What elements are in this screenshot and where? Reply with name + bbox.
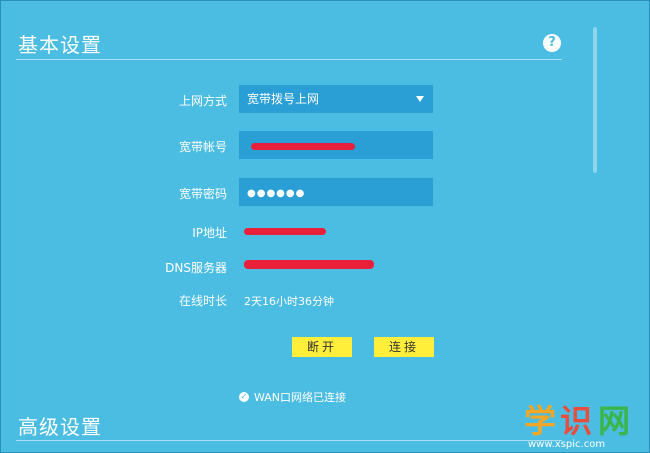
dns-label: DNS服务器: [165, 261, 227, 275]
router-panel: [0, 0, 650, 453]
connect-button[interactable]: 连接: [374, 337, 434, 357]
wan-status-text: WAN口网络已连接: [254, 391, 347, 404]
account-input[interactable]: [239, 131, 433, 159]
check-circle-icon: ✓: [239, 392, 249, 402]
watermark-char-3: 网: [598, 402, 630, 440]
help-icon[interactable]: ?: [543, 34, 561, 52]
watermark-logo: 学 识 网 www.xspic.com: [524, 402, 630, 450]
scrollbar[interactable]: [593, 27, 597, 173]
ip-redaction: [244, 228, 326, 235]
password-value: ●●●●●●: [247, 188, 306, 199]
basic-settings-divider: [16, 59, 562, 60]
watermark-char-1: 学: [524, 402, 556, 440]
watermark-url: www.xspic.com: [528, 439, 605, 450]
dns-redaction: [244, 260, 374, 269]
connection-type-value: 宽带拨号上网: [247, 92, 320, 106]
uptime-value: 2天16小时36分钟: [244, 295, 334, 308]
advanced-settings-divider: [16, 440, 562, 441]
password-input[interactable]: ●●●●●●: [239, 178, 433, 206]
uptime-label: 在线时长: [178, 294, 227, 308]
advanced-settings-title: 高级设置: [18, 415, 102, 439]
account-redaction: [251, 143, 355, 150]
watermark-char-2: 识: [560, 402, 592, 440]
password-label: 宽带密码: [178, 187, 227, 201]
basic-settings-title: 基本设置: [18, 33, 102, 57]
account-label: 宽带帐号: [178, 140, 227, 154]
disconnect-button[interactable]: 断开: [292, 337, 352, 357]
ip-label: IP地址: [192, 226, 227, 240]
connection-type-select[interactable]: 宽带拨号上网: [239, 85, 433, 113]
wan-status: ✓ WAN口网络已连接: [239, 389, 346, 405]
connection-type-label: 上网方式: [178, 94, 227, 108]
chevron-down-icon: [416, 96, 424, 102]
